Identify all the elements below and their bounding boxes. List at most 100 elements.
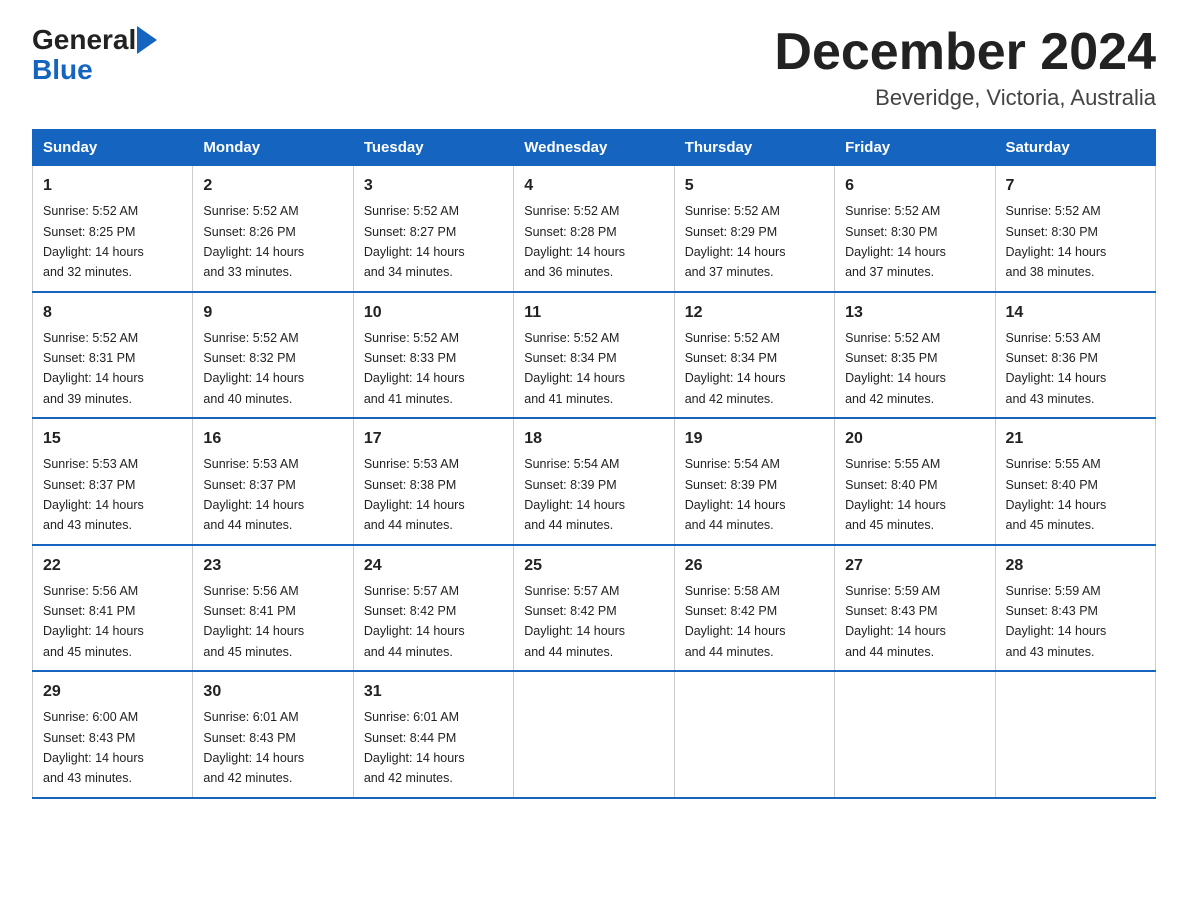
day-info: Sunrise: 5:53 AMSunset: 8:36 PMDaylight:… <box>1006 331 1107 406</box>
day-number: 18 <box>524 427 663 451</box>
calendar-cell: 2 Sunrise: 5:52 AMSunset: 8:26 PMDayligh… <box>193 166 353 292</box>
calendar-cell: 5 Sunrise: 5:52 AMSunset: 8:29 PMDayligh… <box>674 166 834 292</box>
calendar-cell: 11 Sunrise: 5:52 AMSunset: 8:34 PMDaylig… <box>514 292 674 419</box>
day-info: Sunrise: 5:57 AMSunset: 8:42 PMDaylight:… <box>524 584 625 659</box>
day-info: Sunrise: 5:53 AMSunset: 8:37 PMDaylight:… <box>43 457 144 532</box>
day-number: 3 <box>364 174 503 198</box>
day-number: 30 <box>203 680 342 704</box>
calendar-cell <box>674 671 834 798</box>
logo-blue-text: Blue <box>32 54 93 86</box>
header-row: SundayMondayTuesdayWednesdayThursdayFrid… <box>33 130 1156 166</box>
day-number: 25 <box>524 554 663 578</box>
day-info: Sunrise: 5:52 AMSunset: 8:34 PMDaylight:… <box>685 331 786 406</box>
calendar-cell: 26 Sunrise: 5:58 AMSunset: 8:42 PMDaylig… <box>674 545 834 672</box>
calendar-cell: 17 Sunrise: 5:53 AMSunset: 8:38 PMDaylig… <box>353 418 513 545</box>
calendar-cell: 8 Sunrise: 5:52 AMSunset: 8:31 PMDayligh… <box>33 292 193 419</box>
day-info: Sunrise: 5:52 AMSunset: 8:35 PMDaylight:… <box>845 331 946 406</box>
day-number: 16 <box>203 427 342 451</box>
day-info: Sunrise: 6:00 AMSunset: 8:43 PMDaylight:… <box>43 710 144 785</box>
day-info: Sunrise: 5:54 AMSunset: 8:39 PMDaylight:… <box>685 457 786 532</box>
calendar-cell: 25 Sunrise: 5:57 AMSunset: 8:42 PMDaylig… <box>514 545 674 672</box>
day-info: Sunrise: 5:52 AMSunset: 8:29 PMDaylight:… <box>685 204 786 279</box>
calendar-cell: 27 Sunrise: 5:59 AMSunset: 8:43 PMDaylig… <box>835 545 995 672</box>
header-wednesday: Wednesday <box>514 130 674 166</box>
calendar-body: 1 Sunrise: 5:52 AMSunset: 8:25 PMDayligh… <box>33 166 1156 798</box>
day-number: 28 <box>1006 554 1145 578</box>
calendar-cell: 30 Sunrise: 6:01 AMSunset: 8:43 PMDaylig… <box>193 671 353 798</box>
logo-arrow-icon <box>137 26 157 54</box>
header-sunday: Sunday <box>33 130 193 166</box>
day-number: 29 <box>43 680 182 704</box>
day-info: Sunrise: 5:54 AMSunset: 8:39 PMDaylight:… <box>524 457 625 532</box>
calendar-cell: 10 Sunrise: 5:52 AMSunset: 8:33 PMDaylig… <box>353 292 513 419</box>
calendar-cell <box>995 671 1155 798</box>
week-row-3: 15 Sunrise: 5:53 AMSunset: 8:37 PMDaylig… <box>33 418 1156 545</box>
day-info: Sunrise: 5:58 AMSunset: 8:42 PMDaylight:… <box>685 584 786 659</box>
day-info: Sunrise: 5:52 AMSunset: 8:28 PMDaylight:… <box>524 204 625 279</box>
day-number: 15 <box>43 427 182 451</box>
calendar-cell: 3 Sunrise: 5:52 AMSunset: 8:27 PMDayligh… <box>353 166 513 292</box>
calendar-table: SundayMondayTuesdayWednesdayThursdayFrid… <box>32 129 1156 799</box>
day-number: 4 <box>524 174 663 198</box>
calendar-cell: 16 Sunrise: 5:53 AMSunset: 8:37 PMDaylig… <box>193 418 353 545</box>
calendar-header: SundayMondayTuesdayWednesdayThursdayFrid… <box>33 130 1156 166</box>
title-block: December 2024 Beveridge, Victoria, Austr… <box>774 24 1156 111</box>
calendar-cell: 24 Sunrise: 5:57 AMSunset: 8:42 PMDaylig… <box>353 545 513 672</box>
day-number: 6 <box>845 174 984 198</box>
calendar-cell: 21 Sunrise: 5:55 AMSunset: 8:40 PMDaylig… <box>995 418 1155 545</box>
week-row-1: 1 Sunrise: 5:52 AMSunset: 8:25 PMDayligh… <box>33 166 1156 292</box>
calendar-cell: 1 Sunrise: 5:52 AMSunset: 8:25 PMDayligh… <box>33 166 193 292</box>
day-info: Sunrise: 5:53 AMSunset: 8:37 PMDaylight:… <box>203 457 304 532</box>
day-info: Sunrise: 5:52 AMSunset: 8:33 PMDaylight:… <box>364 331 465 406</box>
day-info: Sunrise: 5:55 AMSunset: 8:40 PMDaylight:… <box>845 457 946 532</box>
header-thursday: Thursday <box>674 130 834 166</box>
day-info: Sunrise: 5:57 AMSunset: 8:42 PMDaylight:… <box>364 584 465 659</box>
week-row-2: 8 Sunrise: 5:52 AMSunset: 8:31 PMDayligh… <box>33 292 1156 419</box>
day-number: 23 <box>203 554 342 578</box>
day-number: 13 <box>845 301 984 325</box>
day-number: 27 <box>845 554 984 578</box>
day-number: 21 <box>1006 427 1145 451</box>
page-title: December 2024 <box>774 24 1156 81</box>
day-number: 14 <box>1006 301 1145 325</box>
calendar-cell: 20 Sunrise: 5:55 AMSunset: 8:40 PMDaylig… <box>835 418 995 545</box>
day-info: Sunrise: 5:52 AMSunset: 8:34 PMDaylight:… <box>524 331 625 406</box>
header-saturday: Saturday <box>995 130 1155 166</box>
header-monday: Monday <box>193 130 353 166</box>
calendar-cell: 29 Sunrise: 6:00 AMSunset: 8:43 PMDaylig… <box>33 671 193 798</box>
calendar-cell: 22 Sunrise: 5:56 AMSunset: 8:41 PMDaylig… <box>33 545 193 672</box>
logo-general-text: General <box>32 24 136 56</box>
day-number: 19 <box>685 427 824 451</box>
day-info: Sunrise: 5:59 AMSunset: 8:43 PMDaylight:… <box>845 584 946 659</box>
day-number: 22 <box>43 554 182 578</box>
day-info: Sunrise: 5:55 AMSunset: 8:40 PMDaylight:… <box>1006 457 1107 532</box>
calendar-cell: 9 Sunrise: 5:52 AMSunset: 8:32 PMDayligh… <box>193 292 353 419</box>
calendar-cell: 12 Sunrise: 5:52 AMSunset: 8:34 PMDaylig… <box>674 292 834 419</box>
page-header: General Blue December 2024 Beveridge, Vi… <box>32 24 1156 111</box>
day-number: 8 <box>43 301 182 325</box>
calendar-cell: 13 Sunrise: 5:52 AMSunset: 8:35 PMDaylig… <box>835 292 995 419</box>
day-info: Sunrise: 6:01 AMSunset: 8:43 PMDaylight:… <box>203 710 304 785</box>
day-info: Sunrise: 5:56 AMSunset: 8:41 PMDaylight:… <box>203 584 304 659</box>
day-info: Sunrise: 5:52 AMSunset: 8:30 PMDaylight:… <box>845 204 946 279</box>
day-info: Sunrise: 6:01 AMSunset: 8:44 PMDaylight:… <box>364 710 465 785</box>
day-info: Sunrise: 5:53 AMSunset: 8:38 PMDaylight:… <box>364 457 465 532</box>
day-info: Sunrise: 5:56 AMSunset: 8:41 PMDaylight:… <box>43 584 144 659</box>
calendar-cell: 14 Sunrise: 5:53 AMSunset: 8:36 PMDaylig… <box>995 292 1155 419</box>
calendar-cell: 31 Sunrise: 6:01 AMSunset: 8:44 PMDaylig… <box>353 671 513 798</box>
day-number: 2 <box>203 174 342 198</box>
page-subtitle: Beveridge, Victoria, Australia <box>774 85 1156 111</box>
day-number: 31 <box>364 680 503 704</box>
calendar-cell <box>835 671 995 798</box>
calendar-cell: 19 Sunrise: 5:54 AMSunset: 8:39 PMDaylig… <box>674 418 834 545</box>
header-tuesday: Tuesday <box>353 130 513 166</box>
calendar-cell <box>514 671 674 798</box>
header-friday: Friday <box>835 130 995 166</box>
day-number: 26 <box>685 554 824 578</box>
calendar-cell: 28 Sunrise: 5:59 AMSunset: 8:43 PMDaylig… <box>995 545 1155 672</box>
day-number: 12 <box>685 301 824 325</box>
calendar-cell: 4 Sunrise: 5:52 AMSunset: 8:28 PMDayligh… <box>514 166 674 292</box>
day-number: 1 <box>43 174 182 198</box>
day-number: 24 <box>364 554 503 578</box>
calendar-cell: 23 Sunrise: 5:56 AMSunset: 8:41 PMDaylig… <box>193 545 353 672</box>
